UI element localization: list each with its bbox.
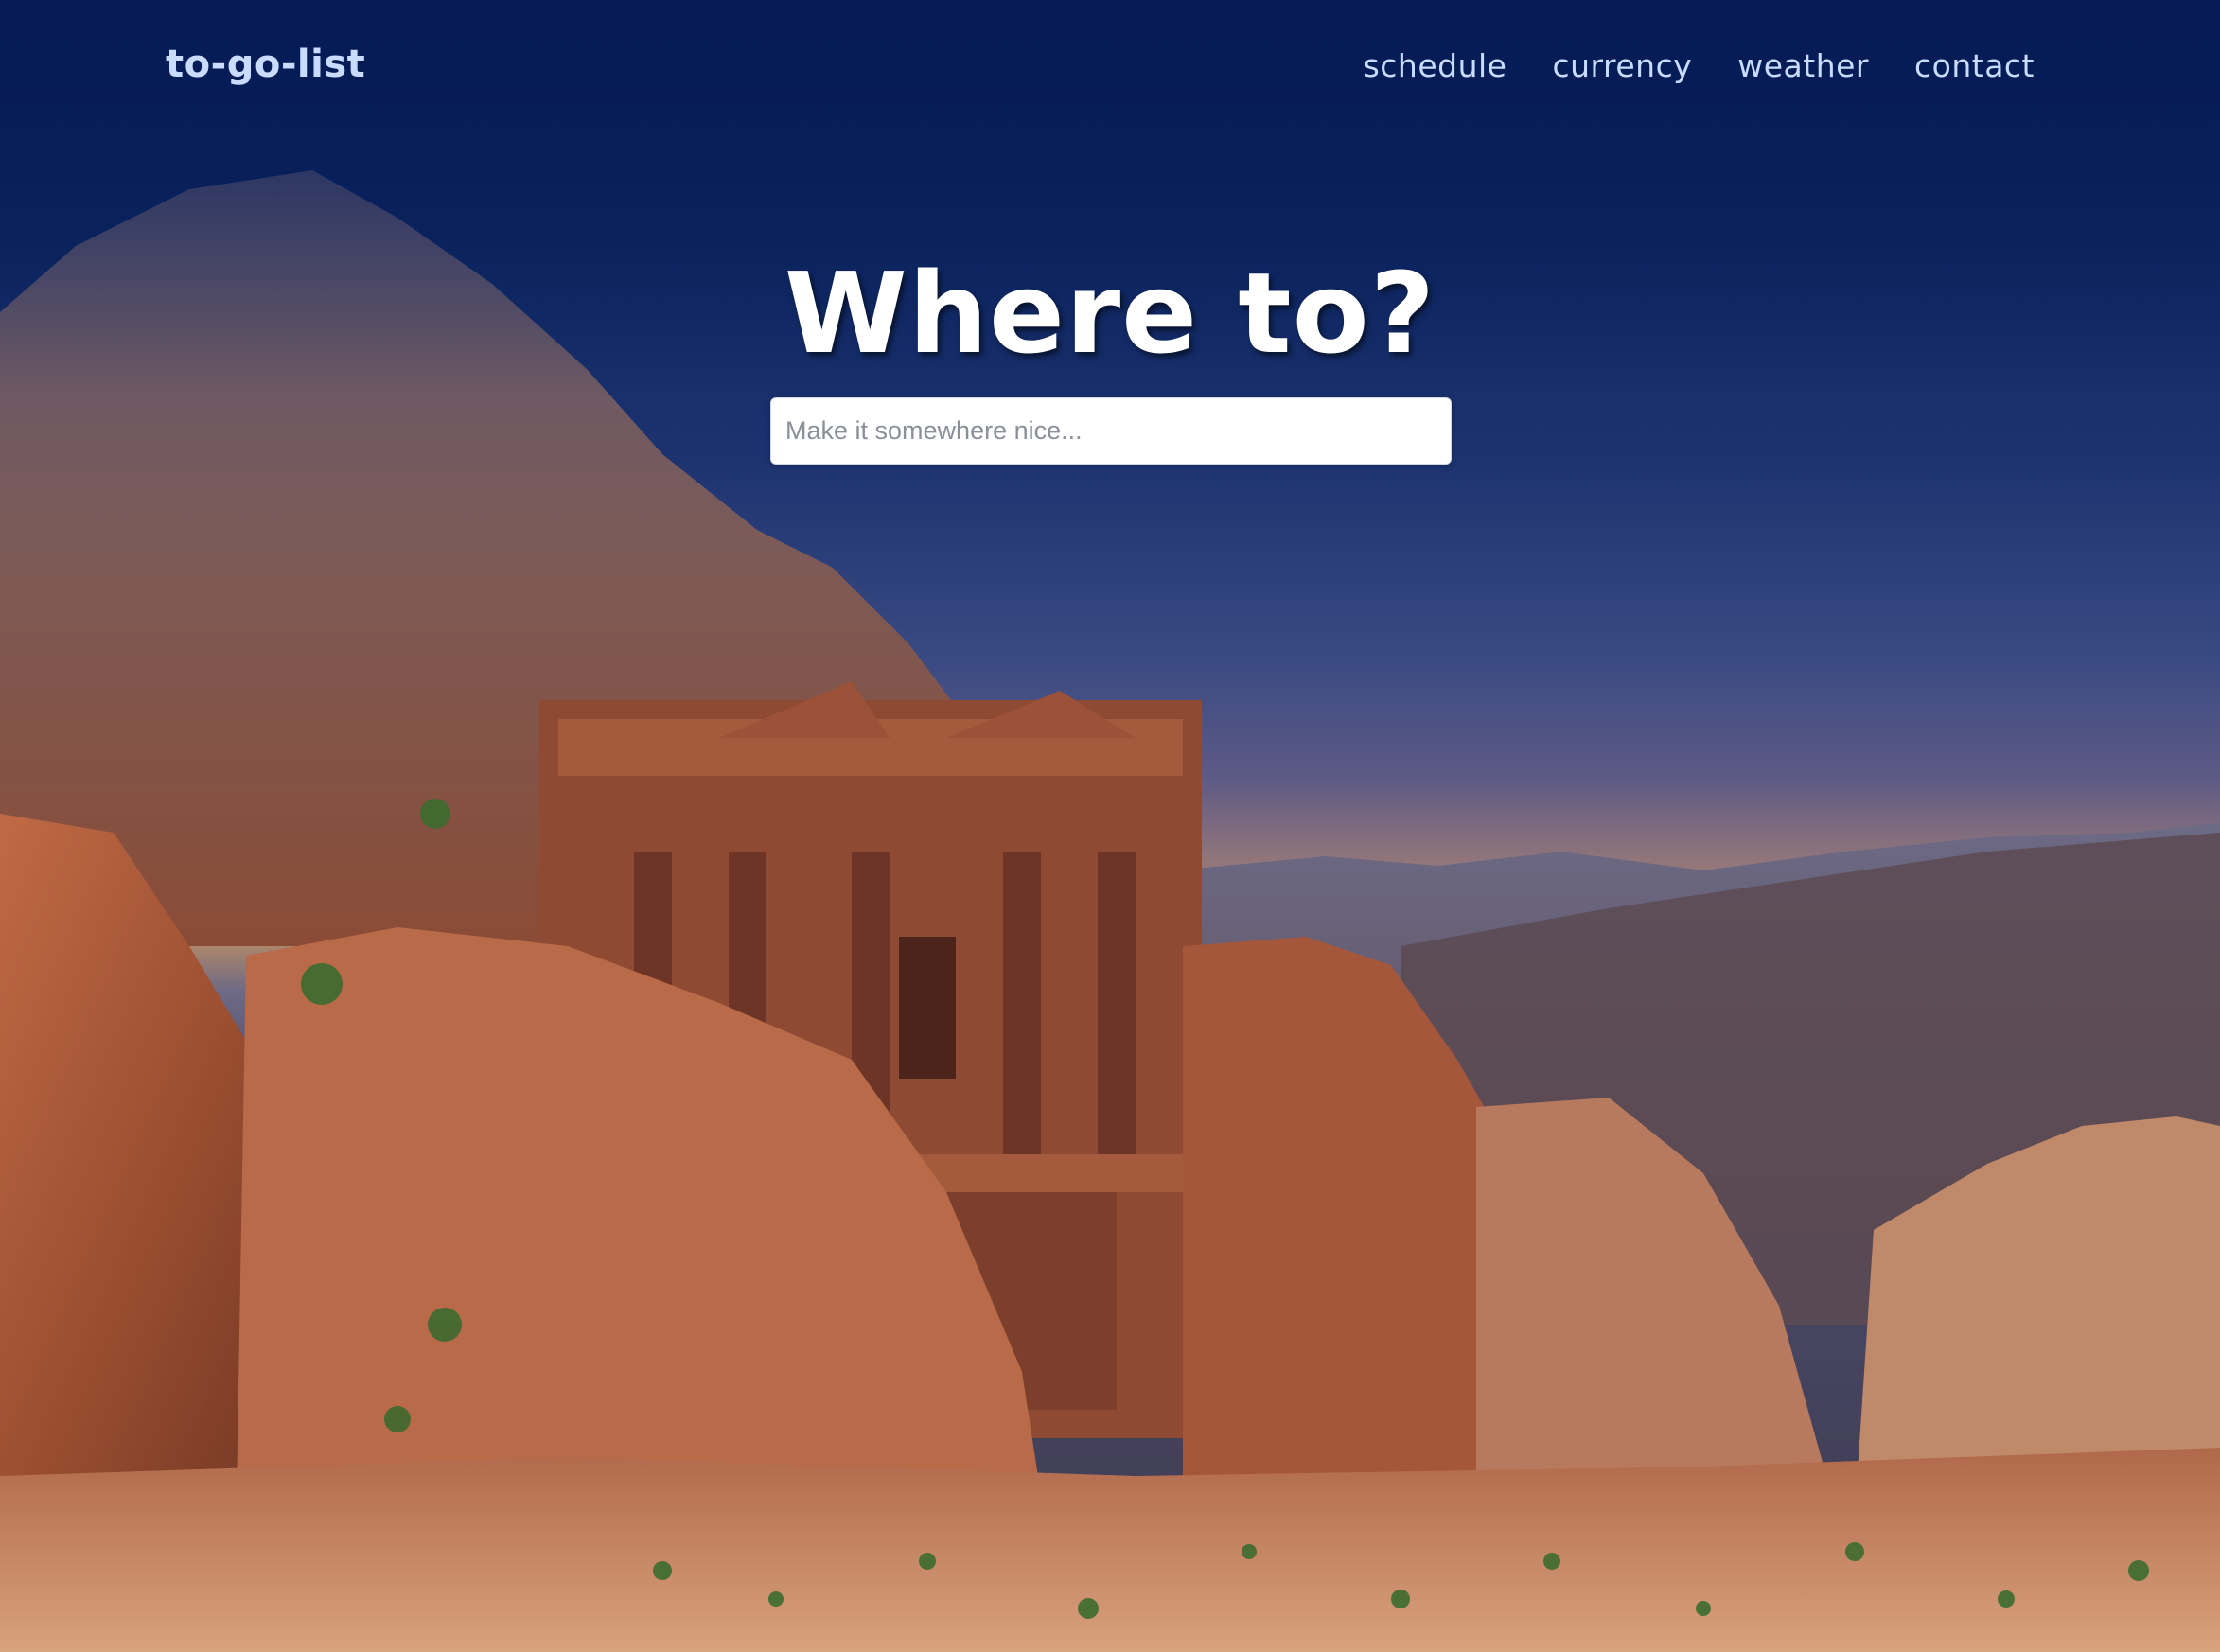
nav-link-currency[interactable]: currency [1552,47,1692,84]
hero-section: to-go-list schedule currency weather con… [0,0,2220,1652]
brand-logo-link[interactable]: to-go-list [166,43,365,86]
hero-headline: Where to? [784,248,1436,378]
destination-search-input[interactable] [770,397,1452,465]
nav-link-schedule[interactable]: schedule [1364,47,1507,84]
nav-links: schedule currency weather contact [1364,47,2035,84]
top-navbar: to-go-list schedule currency weather con… [0,0,2220,142]
nav-link-weather[interactable]: weather [1737,47,1869,84]
nav-link-contact[interactable]: contact [1914,47,2035,84]
